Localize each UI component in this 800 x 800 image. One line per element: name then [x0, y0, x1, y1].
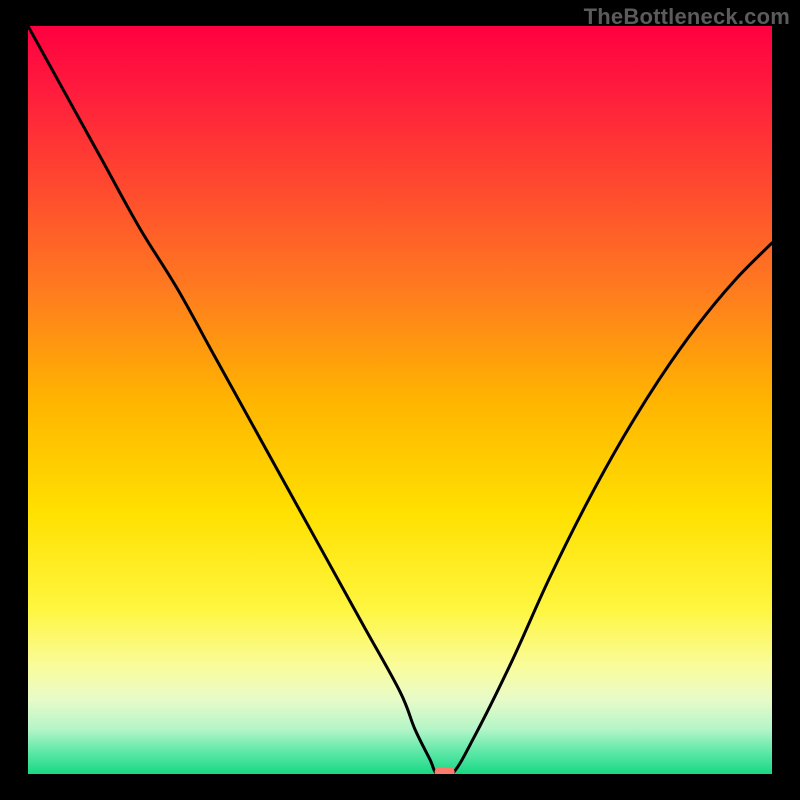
optimum-marker: [435, 767, 455, 774]
plot-area: [28, 26, 772, 774]
gradient-rect: [28, 26, 772, 774]
chart-frame: TheBottleneck.com: [0, 0, 800, 800]
chart-svg: [28, 26, 772, 774]
